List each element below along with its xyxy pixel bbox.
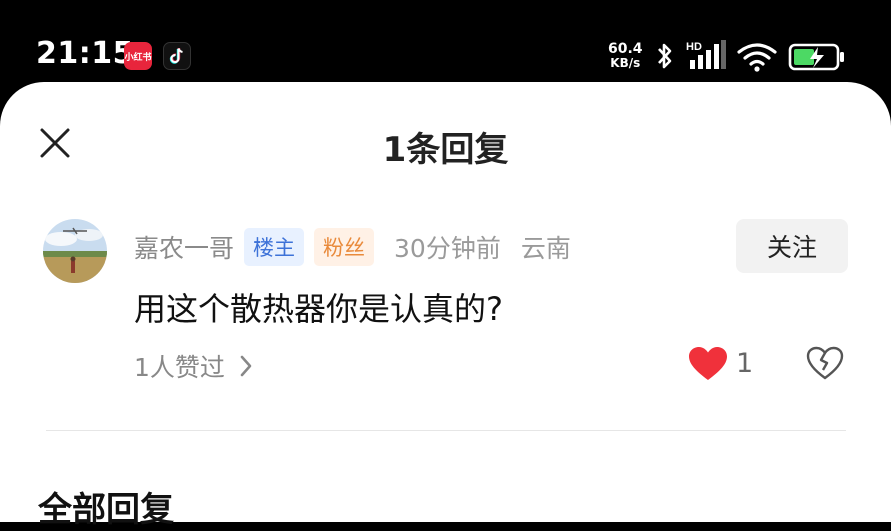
like-count: 1 <box>736 348 754 379</box>
xiaohongshu-app-icon: 小红书 <box>124 42 152 70</box>
reply-text: 用这个散热器你是认真的? <box>134 290 503 328</box>
bluetooth-icon <box>658 43 672 69</box>
chevron-right-icon <box>240 355 252 377</box>
battery-charging-icon <box>788 43 844 71</box>
section-title: 全部回复 <box>38 490 174 530</box>
net-speed: 60.4 KB/s <box>608 41 643 70</box>
broken-heart-icon[interactable] <box>806 346 844 380</box>
wifi-icon <box>737 43 777 72</box>
likes-summary[interactable]: 1人赞过 <box>134 348 253 384</box>
replies-sheet: 1条回复 嘉农一哥 楼主 粉丝 30分钟前 云南 关注 用这个散热器你是认真的?… <box>0 82 891 530</box>
follow-button[interactable]: 关注 <box>736 219 848 273</box>
cellular-signal-icon: HD <box>686 40 728 76</box>
status-bar: 21:15 小红书 60.4 KB/s HD <box>0 0 891 88</box>
fan-tag: 粉丝 <box>314 228 375 266</box>
owner-tag: 楼主 <box>244 228 305 266</box>
heart-icon[interactable] <box>688 346 728 382</box>
svg-text:HD: HD <box>686 41 702 53</box>
avatar[interactable] <box>43 219 107 283</box>
author-name[interactable]: 嘉农一哥 <box>134 229 234 265</box>
likes-summary-label: 1人赞过 <box>134 353 225 382</box>
reply-location: 云南 <box>520 234 571 263</box>
reply-time: 30分钟前 <box>394 234 501 263</box>
divider <box>46 430 846 431</box>
reply-meta: 嘉农一哥 楼主 粉丝 30分钟前 云南 <box>134 228 571 266</box>
status-time: 21:15 <box>36 36 134 71</box>
tiktok-app-icon <box>163 42 191 70</box>
sheet-title: 1条回复 <box>382 130 509 170</box>
